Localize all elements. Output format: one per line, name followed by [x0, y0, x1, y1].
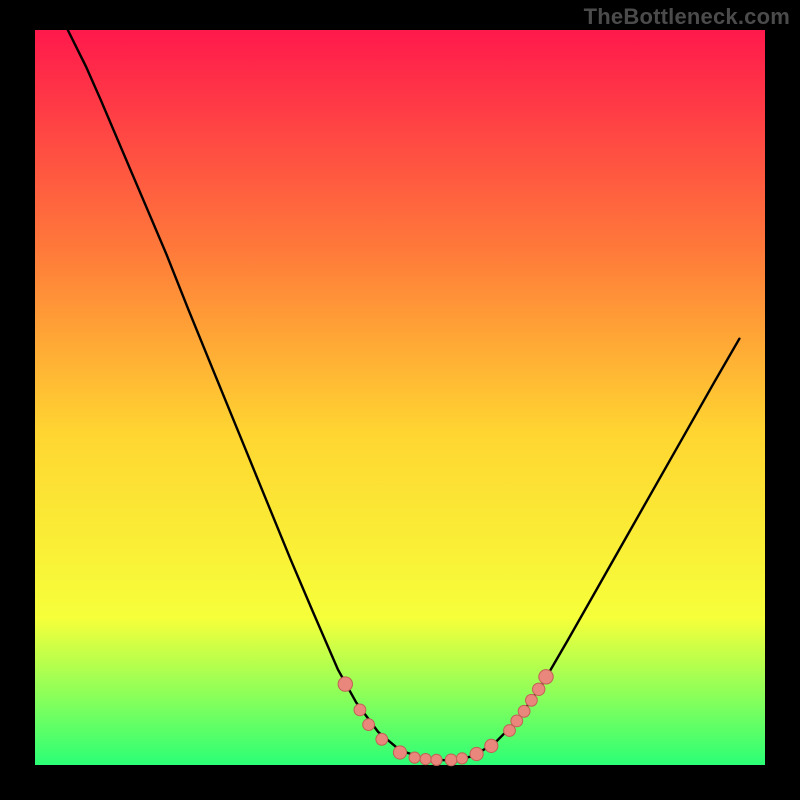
chart-stage: TheBottleneck.com	[0, 0, 800, 800]
bottleneck-curve-chart	[0, 0, 800, 800]
curve-marker-dot	[470, 747, 483, 760]
plot-background	[35, 30, 765, 765]
curve-marker-dot	[539, 670, 553, 684]
curve-marker-dot	[393, 746, 406, 759]
curve-marker-dot	[409, 752, 420, 763]
curve-marker-dot	[445, 754, 457, 766]
curve-marker-dot	[354, 704, 366, 716]
curve-marker-dot	[526, 694, 538, 706]
curve-marker-dot	[431, 754, 442, 765]
curve-marker-dot	[420, 754, 431, 765]
curve-marker-dot	[456, 753, 467, 764]
curve-marker-dot	[363, 719, 375, 731]
curve-marker-dot	[376, 733, 388, 745]
curve-marker-dot	[338, 677, 352, 691]
curve-marker-dot	[518, 705, 530, 717]
curve-marker-dot	[533, 683, 545, 695]
curve-marker-dot	[485, 739, 498, 752]
